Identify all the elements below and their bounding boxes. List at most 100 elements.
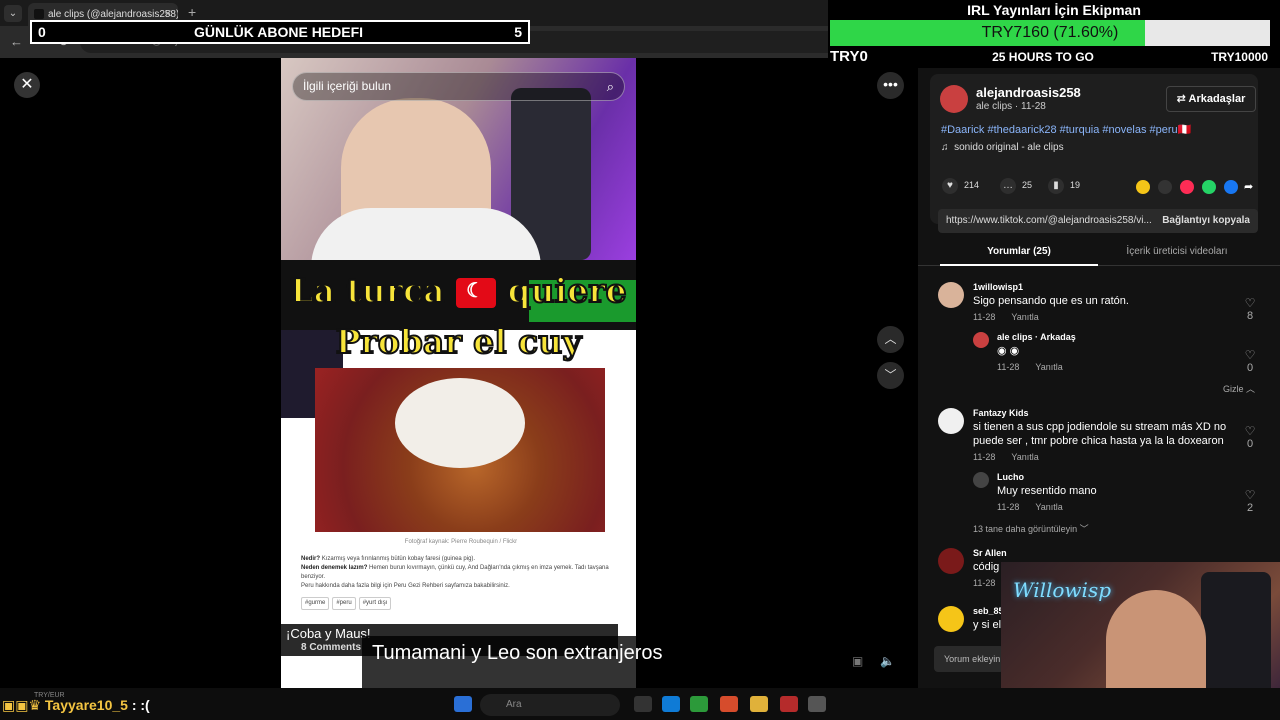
heart-outline-icon: ♡ — [1244, 424, 1256, 438]
more-options-button[interactable]: ••• — [877, 72, 904, 99]
comment-username[interactable]: 1willowisp1 — [973, 282, 1223, 292]
obs-icon[interactable] — [780, 696, 798, 712]
comments-count: 25 — [1022, 180, 1033, 190]
comment-like[interactable]: ♡ 0 — [1240, 424, 1260, 450]
pip-icon[interactable]: ▣ — [852, 654, 863, 668]
reply-avatar[interactable] — [973, 472, 989, 488]
search-icon[interactable]: ⌕ — [607, 73, 614, 100]
tag: #peru — [332, 597, 356, 610]
music-line[interactable]: ♫ sonido original - ale clips — [941, 142, 1064, 153]
chat-username: Tayyare10_5 — [44, 697, 128, 713]
commenter-avatar[interactable] — [938, 606, 964, 632]
comment-stat[interactable]: … 25 — [1000, 178, 1032, 194]
reply-username[interactable]: Lucho — [997, 472, 1217, 482]
reply-like-count: 2 — [1246, 502, 1254, 514]
video-caption-text: ¡Coba y Maus! — [286, 626, 371, 641]
facebook-icon[interactable] — [1224, 180, 1238, 194]
comment-date: 11-28 — [973, 578, 996, 588]
comment-date: 11-28 — [973, 452, 996, 462]
volume-icon[interactable]: 🔈 — [880, 654, 895, 668]
reply-like[interactable]: ♡ 0 — [1240, 348, 1260, 374]
back-arrow-icon[interactable]: ← — [10, 34, 23, 49]
add-comment-input[interactable]: Yorum ekleyin — [934, 646, 1004, 672]
comment-item: 1willowisp1 Sigo pensando que es un rató… — [973, 282, 1223, 322]
chrome-icon[interactable] — [690, 696, 708, 712]
friends-button[interactable]: ⇄ Arkadaşlar — [1166, 86, 1256, 112]
reply-link[interactable]: Yanıtla — [1035, 362, 1062, 372]
reply-link[interactable]: Yanıtla — [1011, 452, 1038, 462]
chat-badges-icon: ▣▣♛ — [2, 697, 42, 713]
tab-creator-videos[interactable]: İçerik üreticisi videoları — [1098, 246, 1256, 257]
likes-count: 214 — [964, 180, 980, 190]
next-video-chevron-down-icon[interactable]: ﹀ — [877, 362, 904, 389]
new-tab-plus-icon[interactable]: + — [188, 4, 196, 20]
reply-meta: 11-28 Yanıtla — [997, 502, 1217, 512]
embed-code-icon[interactable] — [1158, 180, 1172, 194]
tab-comments[interactable]: Yorumlar (25) — [940, 246, 1098, 266]
edge-icon[interactable] — [662, 696, 680, 712]
reply-meta: 11-28 Yanıtla — [997, 362, 1217, 372]
tab-menu-chevron-icon[interactable]: ⌄ — [4, 5, 22, 22]
video-link[interactable]: https://www.tiktok.com/@alejandroasis258… — [946, 215, 1151, 226]
reply-link[interactable]: Yanıtla — [1011, 312, 1038, 322]
hide-replies-button[interactable]: Gizle ︿ — [1223, 382, 1255, 395]
hide-label: Gizle — [1223, 384, 1244, 394]
related-content-search[interactable]: İlgili içeriği bulun ⌕ — [292, 72, 625, 101]
comment-meta: 11-28 Yanıtla — [973, 312, 1223, 322]
reply-emojis: ◉ ◉ — [997, 345, 1020, 357]
commenter-avatar[interactable] — [938, 408, 964, 434]
reply-like[interactable]: ♡ 2 — [1240, 488, 1260, 514]
reply-username[interactable]: ale clips · Arkadaş — [997, 332, 1217, 342]
whatsapp-icon[interactable] — [1202, 180, 1216, 194]
previous-video-chevron-up-icon[interactable]: ︿ — [877, 326, 904, 353]
comment-like[interactable]: ♡ 8 — [1240, 296, 1260, 322]
video-comments-count: 8 Comments — [301, 642, 362, 653]
q2-label: Neden denemek lazım? — [301, 565, 368, 571]
heart-outline-icon: ♡ — [1244, 488, 1256, 502]
heart-icon: ♥ — [942, 178, 958, 194]
comment-text: Sigo pensando que es un ratón. — [973, 295, 1129, 307]
comment-date: 11-28 — [973, 312, 996, 322]
commenter-avatar[interactable] — [938, 548, 964, 574]
taskbar-search[interactable]: Ara — [480, 694, 620, 716]
author-avatar[interactable] — [940, 85, 968, 113]
app-icon[interactable] — [720, 696, 738, 712]
view-more-replies-button[interactable]: 13 tane daha görüntüleyin ﹀ — [973, 522, 1089, 535]
start-menu-icon[interactable] — [454, 696, 472, 712]
comment-username[interactable]: Sr Allen — [973, 548, 1053, 558]
file-explorer-icon[interactable] — [750, 696, 768, 712]
task-view-icon[interactable] — [634, 696, 652, 712]
chat-message: : :( — [131, 697, 150, 713]
q1-label: Nedir? — [301, 556, 321, 562]
copy-link-row: https://www.tiktok.com/@alejandroasis258… — [938, 209, 1258, 233]
comment-meta: 11-28 Yanıtla — [973, 452, 1233, 462]
share-repost-icon[interactable] — [1136, 180, 1150, 194]
like-stat[interactable]: ♥ 214 — [942, 178, 979, 194]
subtitle-bar: Tumamani y Leo son extranjeros ▣ 🔈 — [362, 636, 898, 688]
close-video-button[interactable]: ✕ — [14, 72, 40, 98]
reply-link[interactable]: Yanıtla — [1035, 502, 1062, 512]
donation-time-left: 25 HOURS TO GO — [992, 50, 1094, 64]
comment-like-count: 0 — [1246, 438, 1254, 450]
related-search-placeholder: İlgili içeriği bulun — [303, 79, 392, 93]
cuy-dish-photo — [315, 368, 605, 532]
video-player[interactable]: İlgili içeriği bulun ⌕ La turca quiere P… — [281, 58, 636, 688]
comment-text: si tienen a sus cpp jodiendole su stream… — [973, 421, 1227, 447]
subtitle-text: Tumamani y Leo son extranjeros — [372, 642, 663, 664]
save-stat[interactable]: ▮ 19 — [1048, 178, 1080, 194]
comment-username[interactable]: Fantazy Kids — [973, 408, 1233, 418]
panel-tabs: Yorumlar (25) İçerik üreticisi videoları — [918, 244, 1280, 266]
send-icon[interactable] — [1180, 180, 1194, 194]
reply-item: Lucho Muy resentido mano 11-28 Yanıtla — [997, 472, 1217, 512]
share-arrow-icon[interactable]: ➦ — [1244, 180, 1258, 194]
q3-text: Peru hakkında daha fazla bilgi için Peru… — [301, 583, 510, 589]
hashtags[interactable]: #Daarick #thedaarick28 #turquia #novelas… — [941, 123, 1251, 136]
commenter-avatar[interactable] — [938, 282, 964, 308]
reply-avatar[interactable] — [973, 332, 989, 348]
settings-gear-icon[interactable] — [808, 696, 826, 712]
copy-link-button[interactable]: Bağlantıyı kopyala — [1162, 215, 1250, 226]
tab-title: ale clips (@alejandroasis258) | T — [48, 9, 178, 20]
author-name[interactable]: alejandroasis258 — [976, 85, 1081, 100]
music-label: sonido original - ale clips — [954, 142, 1064, 153]
title-part-a: La turca — [289, 270, 445, 311]
